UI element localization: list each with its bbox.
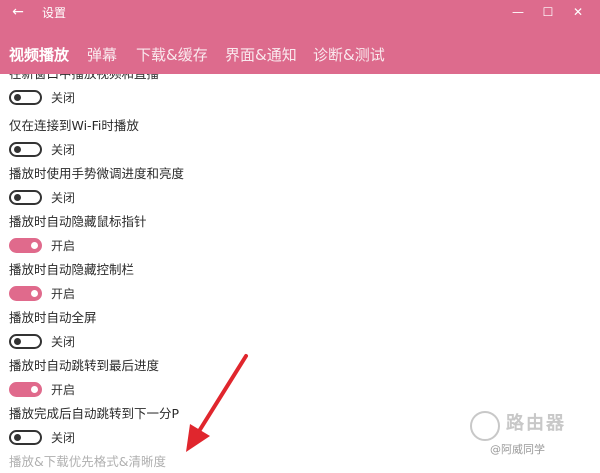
toggle-switch[interactable] [9,190,42,205]
setting-title: 播放时自动隐藏鼠标指针 [9,214,147,229]
toggle-state-label: 开启 [51,383,76,397]
setting-auto-fullscreen: 播放时自动全屏 关闭 [9,308,569,352]
toggle-switch[interactable] [9,334,42,349]
close-button[interactable]: ✕ [567,2,589,22]
setting-title: 仅在连接到Wi-Fi时播放 [9,118,139,133]
back-button[interactable]: ← [8,2,28,22]
tab-interface-notify[interactable]: 界面&通知 [225,44,297,65]
title-bar: ← 设置 — ☐ ✕ [0,0,600,26]
toggle-state-label: 开启 [51,239,76,253]
setting-title: 播放时自动跳转到最后进度 [9,358,160,373]
toggle-switch[interactable] [9,382,42,397]
tab-download-cache[interactable]: 下载&缓存 [136,44,208,65]
toggle-switch[interactable] [9,142,42,157]
toggle-state-label: 关闭 [51,191,76,205]
setting-open-new-window: 在新窗口中播放视频和直播 关闭 [9,74,569,108]
maximize-button[interactable]: ☐ [537,2,559,22]
toggle-state-label: 关闭 [51,143,76,157]
setting-title: 播放时使用手势微调进度和亮度 [9,166,185,181]
setting-wifi-only: 仅在连接到Wi-Fi时播放 关闭 [9,116,569,160]
toggle-state-label: 关闭 [51,335,76,349]
router-logo-icon [470,411,500,441]
toggle-switch[interactable] [9,286,42,301]
watermark-name: 路由器 [506,413,566,434]
setting-hide-controls: 播放时自动隐藏控制栏 开启 [9,260,569,304]
setting-resume-progress: 播放时自动跳转到最后进度 开启 [9,356,569,400]
watermark: 路由器 @阿威同学 [470,405,590,461]
minimize-button[interactable]: — [507,2,529,22]
toggle-switch[interactable] [9,238,42,253]
tab-video-playback[interactable]: 视频播放 [9,44,69,65]
header-bar: ← 设置 — ☐ ✕ 视频播放 弹幕 下载&缓存 界面&通知 诊断&测试 [0,0,600,74]
setting-hide-mouse: 播放时自动隐藏鼠标指针 开启 [9,212,569,256]
setting-title: 在新窗口中播放视频和直播 [9,74,569,84]
toggle-switch[interactable] [9,430,42,445]
setting-gesture-adjust: 播放时使用手势微调进度和亮度 关闭 [9,164,569,208]
toggle-switch[interactable] [9,90,42,105]
tab-diagnostics[interactable]: 诊断&测试 [313,44,385,65]
toggle-state-label: 关闭 [51,91,76,105]
watermark-sub: @阿威同学 [490,443,545,456]
setting-title: 播放时自动隐藏控制栏 [9,262,135,277]
toggle-state-label: 关闭 [51,431,76,445]
toggle-state-label: 开启 [51,287,76,301]
window-title: 设置 [42,6,67,20]
tab-bar: 视频播放 弹幕 下载&缓存 界面&通知 诊断&测试 [0,44,600,72]
tab-danmaku[interactable]: 弹幕 [87,44,117,65]
setting-title: 播放时自动全屏 [9,310,97,325]
